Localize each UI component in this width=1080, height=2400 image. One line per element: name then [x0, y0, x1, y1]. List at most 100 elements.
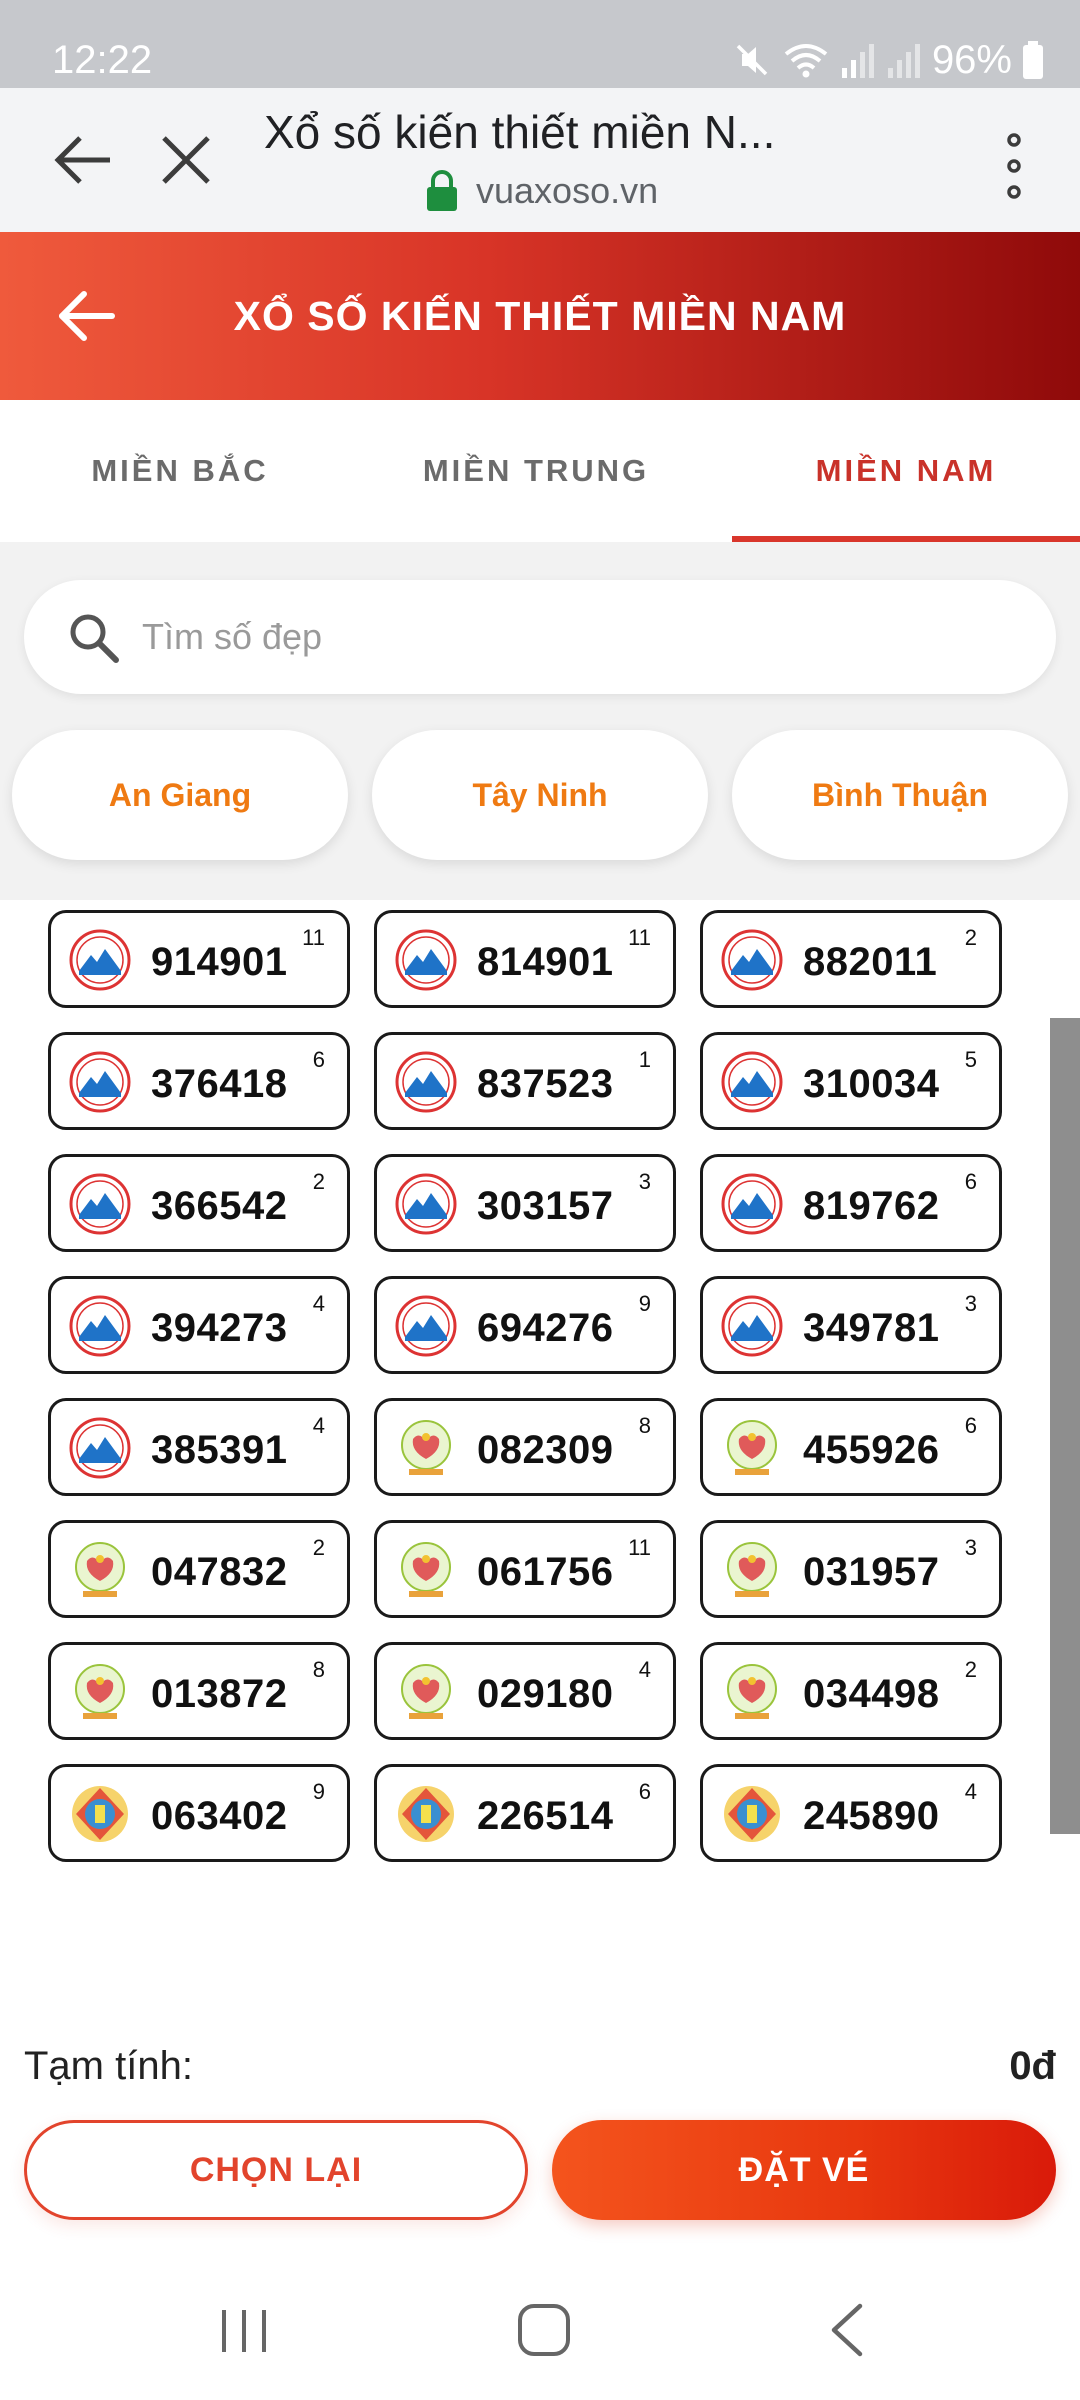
ticket-item[interactable]: 349781 3: [700, 1276, 1002, 1374]
wifi-icon: [784, 44, 828, 78]
tay-ninh-logo-icon: [69, 1417, 131, 1479]
ticket-quantity: 11: [628, 925, 651, 950]
ticket-quantity: 6: [312, 1047, 325, 1072]
ticket-number: 034498: [803, 1672, 940, 1716]
province-binh-thuan[interactable]: Bình Thuận: [732, 730, 1068, 860]
ticket-quantity: 2: [312, 1535, 325, 1560]
ticket-item[interactable]: 366542 2: [48, 1154, 350, 1252]
ticket-number: 385391: [151, 1428, 288, 1472]
signal-icon: [841, 44, 874, 78]
tay-ninh-logo-icon: [395, 1295, 457, 1357]
ticket-item[interactable]: 226514 6: [374, 1764, 676, 1862]
ticket-quantity: 6: [964, 1169, 977, 1194]
nav-back-icon[interactable]: [822, 2300, 874, 2360]
an-giang-logo-icon: [395, 1661, 457, 1723]
status-icons: 96%: [732, 32, 1044, 88]
app-header: XỔ SỐ KIẾN THIẾT MIỀN NAM: [0, 232, 1080, 400]
ticket-list: 914901 11 814901 11 882011 2 376418 6 837523 1 310…: [0, 900, 1080, 1880]
search-input[interactable]: [142, 612, 1002, 662]
tay-ninh-logo-icon: [395, 1051, 457, 1113]
ticket-item[interactable]: 882011 2: [700, 910, 1002, 1008]
ticket-item[interactable]: 082309 8: [374, 1398, 676, 1496]
recent-apps-icon[interactable]: [214, 2306, 274, 2356]
ticket-item[interactable]: 034498 2: [700, 1642, 1002, 1740]
tab-mien-trung[interactable]: MIỀN TRUNG: [356, 400, 716, 542]
tay-ninh-logo-icon: [721, 1173, 783, 1235]
an-giang-logo-icon: [721, 1539, 783, 1601]
ticket-number: 819762: [803, 1184, 940, 1228]
ticket-item[interactable]: 814901 11: [374, 910, 676, 1008]
ticket-number: 031957: [803, 1550, 940, 1594]
an-giang-logo-icon: [395, 1417, 457, 1479]
ticket-number: 814901: [477, 940, 614, 984]
ticket-number: 366542: [151, 1184, 288, 1228]
tay-ninh-logo-icon: [395, 929, 457, 991]
home-icon[interactable]: [514, 2300, 574, 2360]
ticket-item[interactable]: 245890 4: [700, 1764, 1002, 1862]
more-options-icon[interactable]: [990, 128, 1038, 204]
ticket-item[interactable]: 013872 8: [48, 1642, 350, 1740]
ticket-item[interactable]: 310034 5: [700, 1032, 1002, 1130]
ticket-quantity: 11: [628, 1535, 651, 1560]
tay-ninh-logo-icon: [69, 929, 131, 991]
tab-mien-bac[interactable]: MIỀN BẮC: [0, 400, 360, 542]
province-tay-ninh[interactable]: Tây Ninh: [372, 730, 708, 860]
ticket-item[interactable]: 385391 4: [48, 1398, 350, 1496]
ticket-item[interactable]: 303157 3: [374, 1154, 676, 1252]
ticket-quantity: 5: [964, 1047, 977, 1072]
ticket-item[interactable]: 394273 4: [48, 1276, 350, 1374]
ticket-quantity: 6: [964, 1413, 977, 1438]
ticket-item[interactable]: 029180 4: [374, 1642, 676, 1740]
subtotal-label: Tạm tính:: [24, 2044, 193, 2088]
ticket-quantity: 2: [964, 1657, 977, 1682]
order-button[interactable]: ĐẶT VÉ: [552, 2120, 1056, 2220]
search-box[interactable]: [24, 580, 1056, 694]
reset-button[interactable]: CHỌN LẠI: [24, 2120, 528, 2220]
ticket-item[interactable]: 837523 1: [374, 1032, 676, 1130]
ticket-number: 310034: [803, 1062, 940, 1106]
scrollbar[interactable]: [1050, 1018, 1080, 1834]
ticket-item[interactable]: 914901 11: [48, 910, 350, 1008]
an-giang-logo-icon: [395, 1539, 457, 1601]
ticket-quantity: 3: [964, 1291, 977, 1316]
subtotal-value: 0đ: [1009, 2044, 1056, 2088]
ticket-item[interactable]: 376418 6: [48, 1032, 350, 1130]
browser-close-icon[interactable]: [150, 124, 222, 196]
ticket-quantity: 8: [638, 1413, 651, 1438]
browser-url[interactable]: vuaxoso.vn: [476, 168, 658, 214]
ticket-number: 245890: [803, 1794, 940, 1838]
ticket-quantity: 3: [964, 1535, 977, 1560]
an-giang-logo-icon: [721, 1417, 783, 1479]
tab-mien-nam[interactable]: MIỀN NAM: [726, 400, 1080, 542]
ticket-item[interactable]: 047832 2: [48, 1520, 350, 1618]
status-time: 12:22: [52, 38, 153, 82]
ticket-number: 063402: [151, 1794, 288, 1838]
ticket-quantity: 9: [312, 1779, 325, 1804]
ticket-number: 082309: [477, 1428, 614, 1472]
ticket-number: 349781: [803, 1306, 940, 1350]
browser-page-title[interactable]: Xổ số kiến thiết miền N...: [264, 102, 824, 162]
ticket-number: 376418: [151, 1062, 288, 1106]
ticket-quantity: 4: [964, 1779, 977, 1804]
ticket-item[interactable]: 063402 9: [48, 1764, 350, 1862]
ticket-item[interactable]: 061756 11: [374, 1520, 676, 1618]
browser-back-icon[interactable]: [48, 124, 120, 196]
ticket-number: 882011: [803, 940, 938, 984]
ticket-number: 061756: [477, 1550, 614, 1594]
ticket-item[interactable]: 031957 3: [700, 1520, 1002, 1618]
browser-toolbar: Xổ số kiến thiết miền N... vuaxoso.vn: [0, 88, 1080, 232]
ticket-quantity: 4: [312, 1291, 325, 1316]
status-bar: 12:22 96%: [0, 0, 1080, 88]
ticket-number: 303157: [477, 1184, 614, 1228]
ticket-item[interactable]: 694276 9: [374, 1276, 676, 1374]
ticket-item[interactable]: 819762 6: [700, 1154, 1002, 1252]
tay-ninh-logo-icon: [721, 1295, 783, 1357]
province-an-giang[interactable]: An Giang: [12, 730, 348, 860]
tay-ninh-logo-icon: [721, 1051, 783, 1113]
ticket-quantity: 6: [638, 1779, 651, 1804]
page-title: XỔ SỐ KIẾN THIẾT MIỀN NAM: [233, 293, 847, 339]
ticket-quantity: 1: [638, 1047, 651, 1072]
ticket-number: 694276: [477, 1306, 614, 1350]
screen: 12:22 96% Xổ số kiến thiết miền N... vua…: [0, 0, 1080, 2400]
ticket-item[interactable]: 455926 6: [700, 1398, 1002, 1496]
